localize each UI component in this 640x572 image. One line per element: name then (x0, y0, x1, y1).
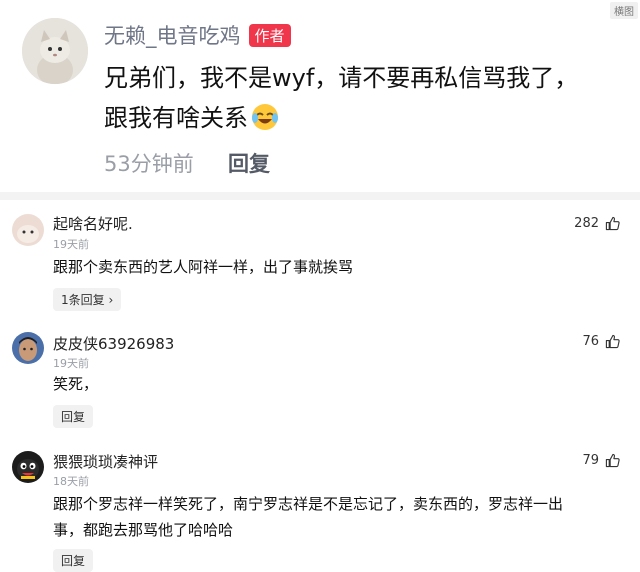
section-divider (0, 192, 640, 200)
avatar[interactable] (12, 214, 44, 246)
comment-text: 跟那个卖东西的艺人阿祥一样，出了事就挨骂 (53, 258, 354, 276)
comment-text-line: 跟那个罗志祥一样笑死了，南宁罗志祥是不是忘记了，卖东西的，罗志祥一出 (53, 495, 564, 513)
like-count: 79 (582, 453, 599, 468)
user-avatar-icon (12, 332, 44, 364)
avatar[interactable] (12, 451, 44, 483)
thumbs-up-icon (605, 453, 620, 468)
reply-button[interactable]: 回复 (228, 148, 270, 178)
user-avatar-icon (12, 451, 44, 483)
comment-body-line: 兄弟们，我不是wyf，请不要再私信骂我了， (104, 64, 579, 92)
comment-time: 19天前 (53, 357, 89, 370)
avatar[interactable] (22, 18, 88, 84)
reply-button[interactable]: 回复 (53, 405, 94, 428)
author-name[interactable]: 无赖_电音吃鸡 (104, 20, 241, 50)
comment-text: 跟那个罗志祥一样笑死了，南宁罗志祥是不是忘记了，卖东西的，罗志祥一出 事，都跑去… (53, 491, 623, 543)
view-replies-button[interactable]: 1条回复 › (53, 288, 122, 311)
comment-time: 18天前 (53, 475, 89, 488)
comment-text: 笑死， (53, 375, 99, 393)
commenter-name[interactable]: 皮皮侠63926983 (53, 333, 174, 354)
thumbs-up-icon (605, 216, 620, 231)
comment-item: 起啥名好呢. 19天前 跟那个卖东西的艺人阿祥一样，出了事就挨骂 282 1条回… (0, 200, 640, 320)
commenter-name[interactable]: 猥猥琐琐凑神评 (53, 451, 158, 472)
like-button[interactable]: 76 (582, 334, 620, 349)
laughing-emoji-icon (250, 102, 280, 132)
author-badge: 作者 (248, 23, 291, 47)
comment-body-line-text: 跟我有啥关系 (104, 104, 248, 132)
like-count: 76 (582, 334, 599, 349)
author-line: 无赖_电音吃鸡 作者 (104, 20, 291, 50)
comment-text-line: 事，都跑去那骂他了哈哈哈 (53, 521, 234, 539)
reply-button[interactable]: 回复 (53, 549, 94, 572)
comment-time: 19天前 (53, 238, 89, 251)
avatar[interactable] (12, 332, 44, 364)
user-avatar-icon (12, 214, 44, 246)
commenter-name[interactable]: 起啥名好呢. (53, 213, 133, 234)
cat-avatar-icon (22, 18, 88, 84)
top-comment: 无赖_电音吃鸡 作者 兄弟们，我不是wyf，请不要再私信骂我了， 跟我有啥关系 … (0, 0, 640, 190)
comment-time: 53分钟前 (104, 152, 194, 176)
comment-item: 猥猥琐琐凑神评 18天前 跟那个罗志祥一样笑死了，南宁罗志祥是不是忘记了，卖东西… (0, 440, 640, 572)
comment-item: 皮皮侠63926983 19天前 笑死， 76 回复 (0, 320, 640, 440)
thumbs-up-icon (605, 334, 620, 349)
like-button[interactable]: 79 (582, 453, 620, 468)
like-count: 282 (574, 216, 599, 231)
comment-body: 兄弟们，我不是wyf，请不要再私信骂我了， 跟我有啥关系 (104, 58, 624, 138)
like-button[interactable]: 282 (574, 216, 620, 231)
comment-body-line: 跟我有啥关系 (104, 98, 624, 138)
